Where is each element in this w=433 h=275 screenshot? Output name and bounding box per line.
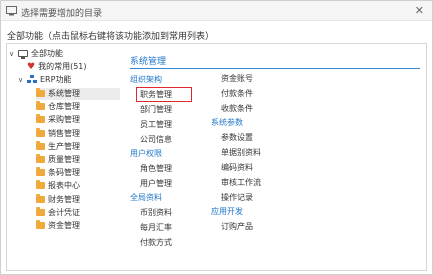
folder-icon (36, 167, 45, 177)
org-chart-icon (27, 75, 37, 84)
folder-icon (36, 206, 45, 216)
section-title: 应用开发 (211, 207, 243, 216)
tree-node-module[interactable]: 资金管理 (36, 220, 80, 232)
menu-item[interactable]: 付款条件 (211, 86, 291, 101)
window-icon (6, 6, 17, 16)
tree-node-label: 条码管理 (48, 168, 80, 178)
tree-node-favorites[interactable]: ♥ 我的常用(51) (27, 61, 87, 73)
tree-node-label: 采购管理 (48, 115, 80, 125)
tree-node-erp[interactable]: ∨ ERP功能 (18, 74, 71, 86)
tree-node-label: 生产管理 (48, 141, 80, 151)
menu-item[interactable]: 员工管理 (130, 117, 210, 132)
window-title: 选择需要增加的目录 (21, 9, 103, 19)
monitor-icon (18, 50, 28, 59)
main-panel: ∨ 全部功能 ♥ 我的常用(51) ∨ ERP功能 系统管理仓库管理采购管理销售管理生… (6, 43, 427, 271)
menu-item[interactable]: 角色管理 (130, 161, 210, 176)
expand-icon[interactable]: ∨ (18, 76, 27, 84)
function-tree: ∨ 全部功能 ♥ 我的常用(51) ∨ ERP功能 系统管理仓库管理采购管理销售管理生… (7, 44, 124, 270)
tree-node-module[interactable]: 销售管理 (36, 127, 80, 140)
tree-node-label: 资金管理 (48, 221, 80, 230)
folder-icon (36, 88, 45, 97)
menu-item[interactable]: 币别资料 (130, 205, 210, 220)
tree-node-label: 会计凭证 (48, 207, 80, 217)
tree-node-module[interactable]: 系统管理 (36, 88, 120, 100)
menu-item[interactable]: 用户管理 (130, 176, 210, 191)
menu-item[interactable]: 编码资料 (211, 160, 291, 175)
section-title: 组织架构 (130, 75, 162, 84)
menu-item[interactable]: 资金账号 (211, 71, 291, 86)
tree-node-module[interactable]: 报表中心 (36, 180, 80, 192)
title-bar: 选择需要增加的目录 ✕ (1, 1, 432, 21)
section-title: 系统参数 (211, 118, 243, 127)
tree-node-label: 系统管理 (48, 89, 80, 98)
folder-icon (36, 193, 45, 203)
menu-item[interactable]: 参数设置 (211, 130, 291, 145)
tree-node-module[interactable]: 采购管理 (36, 114, 80, 126)
folder-icon (36, 220, 45, 229)
menu-item[interactable]: 公司信息 (130, 132, 210, 147)
tree-node-label: 我的常用(51) (38, 62, 87, 71)
tree-node-module[interactable]: 质量管理 (36, 154, 80, 166)
tree-node-module[interactable]: 条码管理 (36, 167, 80, 179)
folder-icon (36, 127, 45, 137)
section-title: 全局资料 (130, 193, 162, 202)
menu-item[interactable]: 订购产品 (211, 219, 291, 234)
content-heading: 系统管理 (130, 57, 167, 67)
folder-icon (36, 154, 45, 163)
tree-node-label: 仓库管理 (48, 102, 80, 112)
instruction-text: 全部功能（点击鼠标右键将该功能添加到常用列表） (7, 32, 215, 42)
tree-node-module[interactable]: 会计凭证 (36, 206, 80, 219)
tree-node-module[interactable]: 财务管理 (36, 193, 80, 206)
folder-icon (36, 180, 45, 190)
menu-item[interactable]: 单据别资料 (211, 145, 291, 160)
menu-item[interactable]: 每月汇率 (130, 220, 210, 235)
tree-node-module[interactable]: 生产管理 (36, 140, 80, 153)
menu-item[interactable]: 付款方式 (130, 235, 210, 250)
content-area: 系统管理 组织架构职务管理 部门管理 员工管理 公司信息用户权限角色管理 用户管理全局资… (125, 44, 426, 270)
tree-node-label: 财务管理 (48, 194, 80, 204)
heart-icon: ♥ (27, 61, 36, 72)
expand-icon[interactable]: ∨ (9, 50, 18, 58)
tree-node-root[interactable]: ∨ 全部功能 (9, 48, 63, 60)
folder-icon (36, 101, 45, 111)
menu-item[interactable]: 部门管理 (130, 102, 210, 117)
menu-column-2: 资金账号 付款条件 收款条件系统参数参数设置 单据别资料 编码资料 审核工作流 操作记录应用… (211, 71, 291, 234)
menu-item[interactable]: 审核工作流 (211, 175, 291, 190)
menu-item[interactable]: 职务管理 (136, 87, 192, 102)
close-icon[interactable]: ✕ (415, 4, 424, 17)
menu-item[interactable]: 收款条件 (211, 101, 291, 116)
section-title: 用户权限 (130, 149, 162, 158)
menu-item[interactable]: 操作记录 (211, 190, 291, 205)
folder-icon (36, 114, 45, 124)
folder-icon (36, 140, 45, 150)
tree-node-label: 质量管理 (48, 155, 80, 164)
tree-node-label: 销售管理 (48, 128, 80, 138)
dialog-window: 选择需要增加的目录 ✕ 全部功能（点击鼠标右键将该功能添加到常用列表） ∨ 全部功… (0, 0, 433, 275)
menu-column-1: 组织架构职务管理 部门管理 员工管理 公司信息用户权限角色管理 用户管理全局资料币别资料… (130, 73, 210, 250)
tree-node-module[interactable]: 仓库管理 (36, 101, 80, 113)
tree-node-label: ERP功能 (40, 75, 72, 84)
tree-node-label: 全部功能 (31, 49, 63, 58)
heading-divider (130, 68, 420, 69)
tree-node-label: 报表中心 (48, 181, 80, 191)
